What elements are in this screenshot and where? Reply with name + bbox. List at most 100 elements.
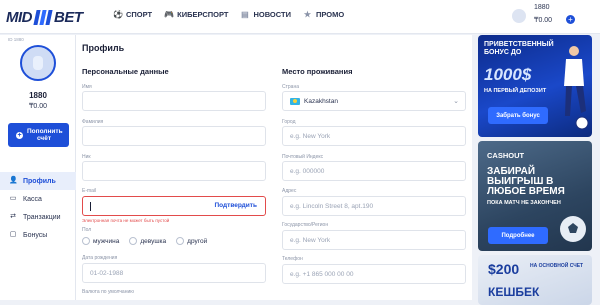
- banner-title: ПРИВЕТСТВЕННЫЙ БОНУС ДО: [484, 41, 554, 56]
- sidebar-menu: 👤 Профиль ▭ Касса ⇄ Транзакции ▢ Бонусы: [0, 172, 76, 244]
- claim-bonus-button[interactable]: Забрать бонус: [488, 107, 548, 124]
- nav-promo[interactable]: ★ ПРОМО: [303, 10, 344, 19]
- sidebar-item-label: Транзакции: [23, 213, 61, 221]
- gift-icon: ▢: [9, 231, 17, 238]
- cashout-banner[interactable]: CASHOUT ЗАБИРАЙ ВЫИГРЫШ В ЛЮБОЕ ВРЕМЯ ПО…: [478, 141, 592, 251]
- phone-field[interactable]: e.g. +1 865 000 00 00: [282, 264, 466, 284]
- promo-banners: ПРИВЕТСТВЕННЫЙ БОНУС ДО 1000$ НА ПЕРВЫЙ …: [472, 35, 600, 305]
- birth-date-label: Дата рождения: [82, 255, 118, 261]
- gender-other-radio[interactable]: другой: [176, 237, 207, 245]
- avatar[interactable]: [512, 9, 526, 23]
- banner-subtitle: НА ПЕРВЫЙ ДЕПОЗИТ: [484, 88, 547, 94]
- nav-label: НОВОСТИ: [253, 10, 291, 19]
- nav-esports[interactable]: 🎮 КИБЕРСПОРТ: [164, 10, 228, 19]
- radio-circle-icon: [129, 237, 138, 245]
- text-caret: [90, 201, 91, 211]
- nav-news[interactable]: ▤ НОВОСТИ: [240, 10, 291, 19]
- gamepad-icon: 🎮: [164, 10, 175, 19]
- sidebar-balance: ₸0.00: [28, 103, 48, 110]
- zip-label: Почтовый Индекс: [282, 154, 324, 160]
- logo[interactable]: MID BET: [6, 7, 83, 27]
- nav-sport[interactable]: ⚽ СПОРТ: [113, 10, 152, 19]
- banner-subtitle: ПОКА МАТЧ НЕ ЗАКОНЧЕН: [487, 200, 561, 206]
- birth-date-field[interactable]: 01-02-1988: [82, 263, 266, 283]
- state-field[interactable]: e.g. New York: [282, 230, 466, 250]
- sidebar-item-bonuses[interactable]: ▢ Бонусы: [0, 226, 76, 244]
- banner-subtitle: НА ОСНОВНОЙ СЧЕТ: [530, 263, 584, 269]
- logo-mark-icon: [33, 9, 53, 25]
- transfer-icon: ⇄: [10, 213, 16, 220]
- first-name-field[interactable]: [82, 91, 266, 111]
- address-placeholder: e.g. Lincoln Street 8, apt.190: [290, 202, 374, 210]
- state-placeholder: e.g. New York: [290, 236, 331, 244]
- page-title: Профиль: [82, 43, 125, 53]
- nick-field[interactable]: [82, 161, 266, 181]
- main-nav: ⚽ СПОРТ 🎮 КИБЕРСПОРТ ▤ НОВОСТИ ★ ПРОМО: [113, 10, 344, 19]
- confirm-email-button[interactable]: Подтвердить: [214, 202, 257, 209]
- email-field[interactable]: Подтвердить: [82, 196, 266, 216]
- account-balance: ₸0.00: [534, 17, 553, 24]
- last-name-label: Фамилия: [82, 119, 104, 125]
- sidebar-user-id: 1880: [29, 91, 47, 100]
- address-field[interactable]: e.g. Lincoln Street 8, apt.190: [282, 196, 466, 216]
- topup-button[interactable]: + Пополнить счёт: [8, 123, 69, 147]
- banner-title: ЗАБИРАЙ ВЫИГРЫШ В ЛЮБОЕ ВРЕМЯ: [487, 166, 565, 197]
- residence-title: Место проживания: [282, 67, 353, 76]
- birth-date-placeholder: 01-02-1988: [90, 269, 124, 277]
- logo-text-right: BET: [54, 8, 83, 26]
- nav-label: ПРОМО: [315, 10, 345, 19]
- sidebar-item-cashier[interactable]: ▭ Касса: [0, 190, 76, 208]
- profile-avatar[interactable]: [20, 45, 56, 81]
- sidebar: ID 1880 1880 ₸0.00 + Пополнить счёт 👤 Про…: [0, 35, 76, 300]
- radio-circle-icon: [82, 237, 90, 245]
- sidebar-item-label: Бонусы: [23, 231, 48, 239]
- banner-amount: $200: [488, 261, 520, 277]
- nav-label: СПОРТ: [126, 10, 153, 19]
- sidebar-item-label: Касса: [23, 195, 42, 203]
- phone-label: Телефон: [282, 256, 303, 262]
- email-label: E-mail: [82, 188, 97, 194]
- country-select[interactable]: Kazakhstan ⌄: [282, 91, 466, 111]
- city-label: Город: [282, 119, 296, 125]
- details-button[interactable]: Подробнее: [488, 227, 548, 244]
- sidebar-item-profile[interactable]: 👤 Профиль: [0, 172, 76, 190]
- sidebar-item-transactions[interactable]: ⇄ Транзакции: [0, 208, 76, 226]
- radio-circle-icon: [176, 237, 185, 245]
- topup-label: Пополнить счёт: [27, 128, 63, 142]
- top-header: MID BET ⚽ СПОРТ 🎮 КИБЕРСПОРТ ▤ НОВОСТИ ★ ПРО…: [0, 0, 600, 34]
- banner-amount: 1000$: [484, 65, 532, 84]
- gender-label: Пол: [82, 227, 92, 233]
- plus-icon[interactable]: +: [566, 15, 575, 24]
- banner-tag: CASHOUT: [487, 151, 525, 160]
- account-id: 1880: [534, 4, 550, 11]
- city-placeholder: e.g. New York: [290, 132, 331, 140]
- logo-text-left: MID: [6, 8, 33, 26]
- welcome-bonus-banner[interactable]: ПРИВЕТСТВЕННЫЙ БОНУС ДО 1000$ НА ПЕРВЫЙ …: [478, 35, 592, 137]
- gender-male-radio[interactable]: мужчина: [82, 237, 119, 245]
- phone-placeholder: e.g. +1 865 000 00 00: [290, 270, 354, 278]
- sport-icon: ⚽: [113, 10, 123, 19]
- first-name-label: Имя: [82, 84, 92, 90]
- gender-options: мужчина девушка другой: [82, 237, 207, 245]
- radio-label: мужчина: [93, 237, 120, 245]
- plus-icon: +: [16, 131, 23, 139]
- football-player-illustration: [564, 46, 589, 130]
- kazakhstan-flag-icon: [290, 97, 300, 105]
- sidebar-item-label: Профиль: [23, 177, 56, 185]
- radio-label: другой: [187, 237, 208, 245]
- city-field[interactable]: e.g. New York: [282, 126, 466, 146]
- account-widget[interactable]: 1880 ₸0.00 +: [512, 4, 592, 28]
- soccer-ball-illustration: [560, 216, 586, 242]
- news-icon: ▤: [241, 10, 249, 19]
- profile-panel: Профиль Персональные данные Имя Фамилия …: [76, 35, 472, 300]
- sidebar-small-id: ID 1880: [8, 37, 24, 42]
- star-icon: ★: [303, 10, 312, 19]
- cashback-banner[interactable]: $200 НА ОСНОВНОЙ СЧЕТ КЕШБЕК: [478, 255, 592, 305]
- banner-title: КЕШБЕК: [488, 285, 540, 299]
- zip-placeholder: e.g. 000000: [290, 167, 325, 175]
- zip-field[interactable]: e.g. 000000: [282, 161, 466, 181]
- nick-label: Ник: [82, 154, 91, 160]
- last-name-field[interactable]: [82, 126, 266, 146]
- gender-female-radio[interactable]: девушка: [129, 237, 166, 245]
- country-value: Kazakhstan: [304, 97, 338, 105]
